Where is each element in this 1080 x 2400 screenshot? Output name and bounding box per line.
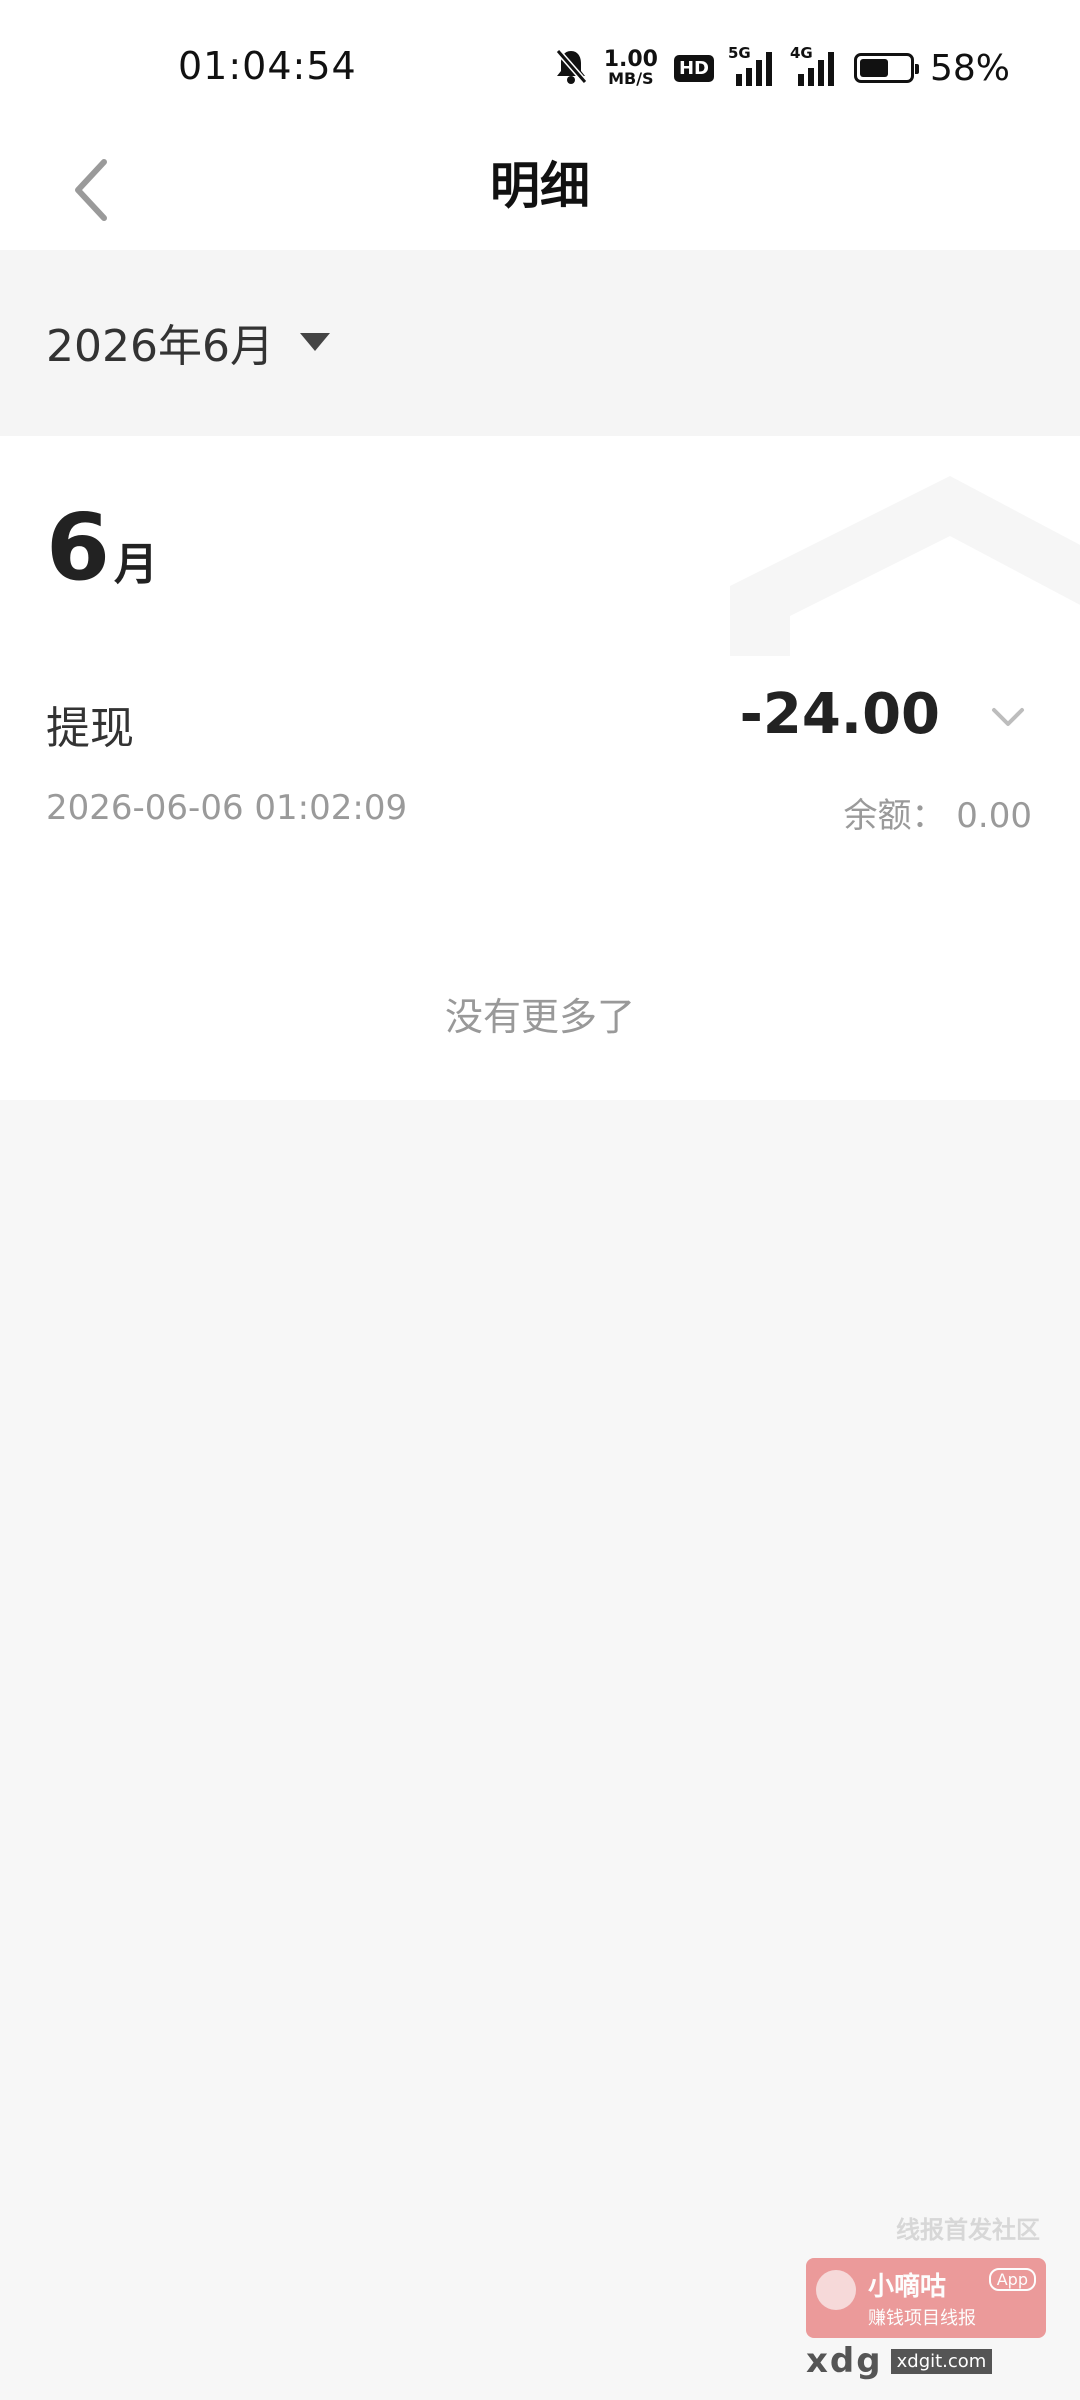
watermark-app-tag: App	[988, 2268, 1036, 2291]
hd-voice-badge: HD	[673, 54, 714, 82]
watermark-subtitle: 赚钱项目线报	[868, 2308, 976, 2329]
watermark-badge: 小嘀咕 App 赚钱项目线报	[806, 2258, 1046, 2338]
mute-bell-icon	[554, 47, 588, 89]
caret-down-icon	[299, 333, 330, 351]
net-speed: 1.00 MB/S	[603, 47, 658, 88]
chevron-down-icon[interactable]	[988, 702, 1028, 732]
watermark-url: xdgit.com	[890, 2348, 993, 2374]
battery-percent: 58%	[929, 47, 1010, 89]
month-number: 6	[46, 494, 111, 601]
watermark-top-text: 线报首发社区	[896, 2216, 1040, 2244]
month-filter-bar: 2026年6月	[0, 250, 1080, 436]
watermark-brand: xdg	[806, 2341, 883, 2381]
page-title: 明细	[490, 157, 590, 215]
battery-fill	[859, 59, 888, 77]
list-end-text: 没有更多了	[444, 995, 635, 1039]
battery-icon	[853, 53, 919, 83]
status-bar: 01:04:54 1.00 MB/S HD 5G 4G 58%	[0, 0, 1080, 130]
transaction-card: 6 月 提现 -24.00 2026-06-06 01:02:09 余额： 0.…	[0, 436, 1080, 1100]
signal-4g-icon: 4G	[790, 44, 838, 88]
month-filter-label: 2026年6月	[46, 321, 274, 372]
transaction-amount: -24.00	[739, 682, 940, 747]
house-watermark-icon	[730, 476, 1080, 656]
month-header: 6 月	[46, 502, 158, 594]
status-time: 01:04:54	[178, 44, 357, 88]
month-filter-dropdown[interactable]: 2026年6月	[46, 310, 330, 374]
status-icons: 1.00 MB/S HD 5G 4G 58%	[554, 40, 1010, 96]
transaction-balance: 余额： 0.00	[843, 796, 1032, 836]
watermark-name: 小嘀咕	[868, 2272, 947, 2302]
month-unit: 月	[114, 539, 159, 590]
nav-bar: 明细	[0, 130, 1080, 250]
transaction-row[interactable]: 提现 -24.00 2026-06-06 01:02:09 余额： 0.00	[0, 682, 1080, 866]
watermark-avatar-icon	[816, 2270, 856, 2310]
site-watermark: 线报首发社区 小嘀咕 App 赚钱项目线报 xdg xdgit.com	[806, 2210, 1056, 2390]
transaction-datetime: 2026-06-06 01:02:09	[46, 788, 408, 828]
transaction-title: 提现	[46, 703, 134, 754]
watermark-brand-row: xdg xdgit.com	[806, 2341, 1046, 2381]
signal-5g-icon: 5G	[728, 44, 776, 88]
